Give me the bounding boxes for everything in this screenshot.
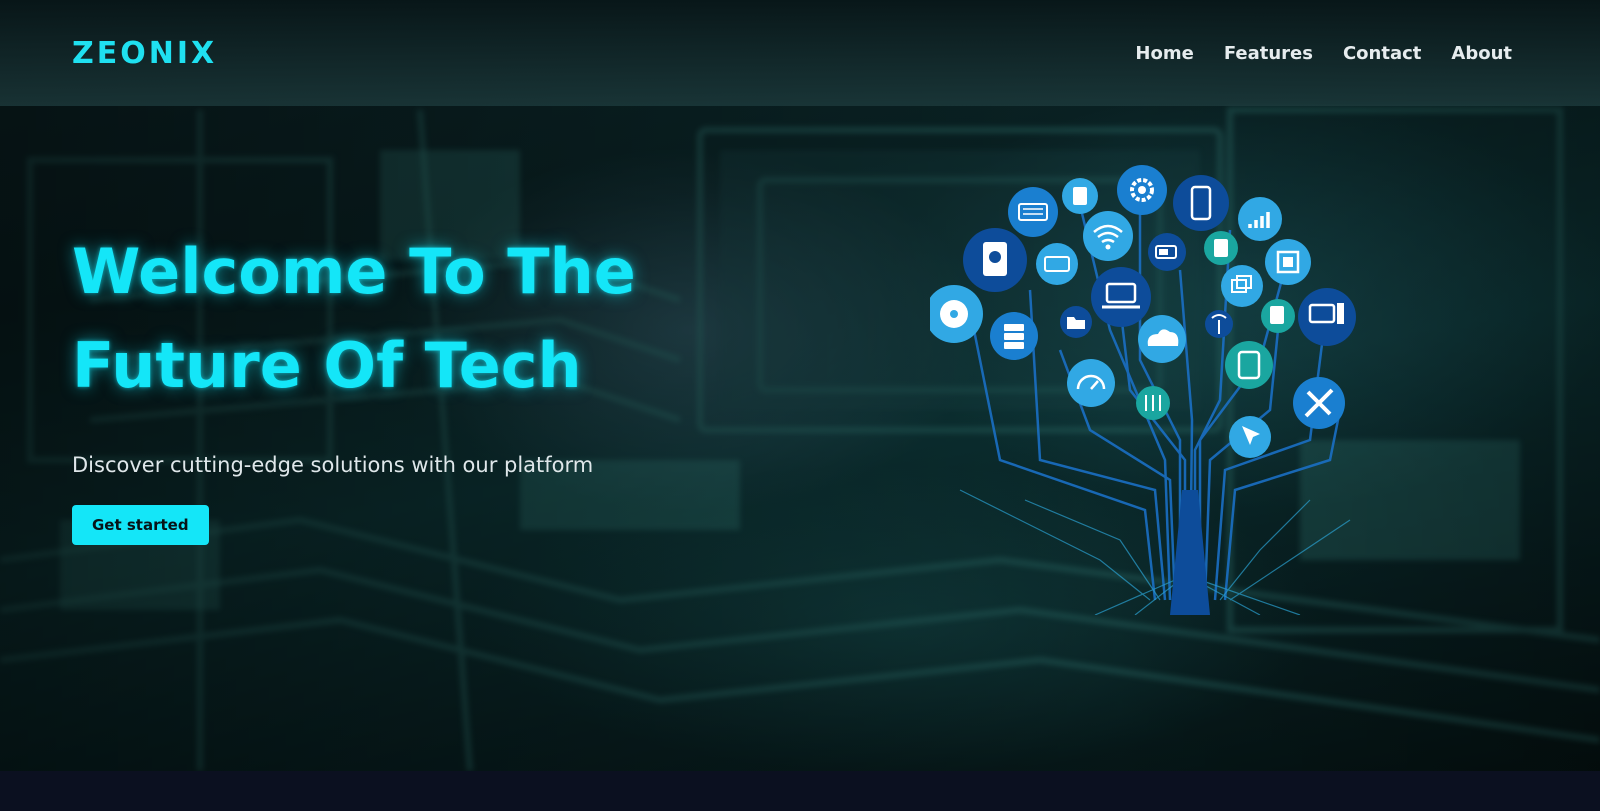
desktop-icon — [1298, 288, 1356, 346]
hard-drive-icon — [963, 228, 1027, 292]
navbar: ZEONIX Home Features Contact About — [0, 0, 1600, 106]
server-icon — [990, 312, 1038, 360]
folder-icon — [1060, 306, 1092, 338]
smartphone-icon — [1173, 175, 1229, 231]
antenna-icon — [1205, 310, 1233, 338]
hero-content: Welcome To The Future Of Tech Discover c… — [72, 225, 772, 545]
tablet-icon — [1225, 341, 1273, 389]
sd-card-icon — [1204, 231, 1238, 265]
chip-icon — [1265, 239, 1311, 285]
hero-title-line-1: Welcome To The — [72, 235, 636, 308]
nav-menu: Home Features Contact About — [1135, 43, 1512, 64]
footer-strip — [0, 771, 1600, 811]
speedometer-icon — [1067, 359, 1115, 407]
nav-link-home[interactable]: Home — [1135, 43, 1193, 64]
cursor-icon — [1229, 416, 1271, 458]
hero-section: ZEONIX Home Features Contact About Welco… — [0, 0, 1600, 771]
sliders-icon — [1136, 386, 1170, 420]
laptop-icon — [1091, 267, 1151, 327]
nav-link-contact[interactable]: Contact — [1343, 43, 1421, 64]
windows-icon — [1221, 265, 1263, 307]
cloud-icon — [1138, 315, 1186, 363]
gear-icon — [1117, 165, 1167, 215]
get-started-button[interactable]: Get started — [72, 505, 209, 545]
nav-link-features[interactable]: Features — [1224, 43, 1313, 64]
tree-nodes — [930, 165, 1356, 458]
nav-link-about[interactable]: About — [1451, 43, 1512, 64]
hero-subtitle: Discover cutting-edge solutions with our… — [72, 453, 594, 477]
wifi-icon — [1083, 211, 1133, 261]
battery-icon — [1148, 233, 1186, 271]
brand-logo[interactable]: ZEONIX — [72, 36, 217, 71]
signal-bars-icon — [1238, 197, 1282, 241]
tech-tree-illustration — [930, 165, 1356, 615]
hero-title: Welcome To The Future Of Tech — [72, 225, 772, 413]
network-card-icon — [1036, 243, 1078, 285]
keyboard-icon — [1008, 187, 1058, 237]
file-icon — [1261, 299, 1295, 333]
hero-title-line-2: Future Of Tech — [72, 329, 582, 402]
usb-drive-icon — [1062, 178, 1098, 214]
tools-icon — [1293, 377, 1345, 429]
tree-trunk — [1170, 490, 1210, 615]
